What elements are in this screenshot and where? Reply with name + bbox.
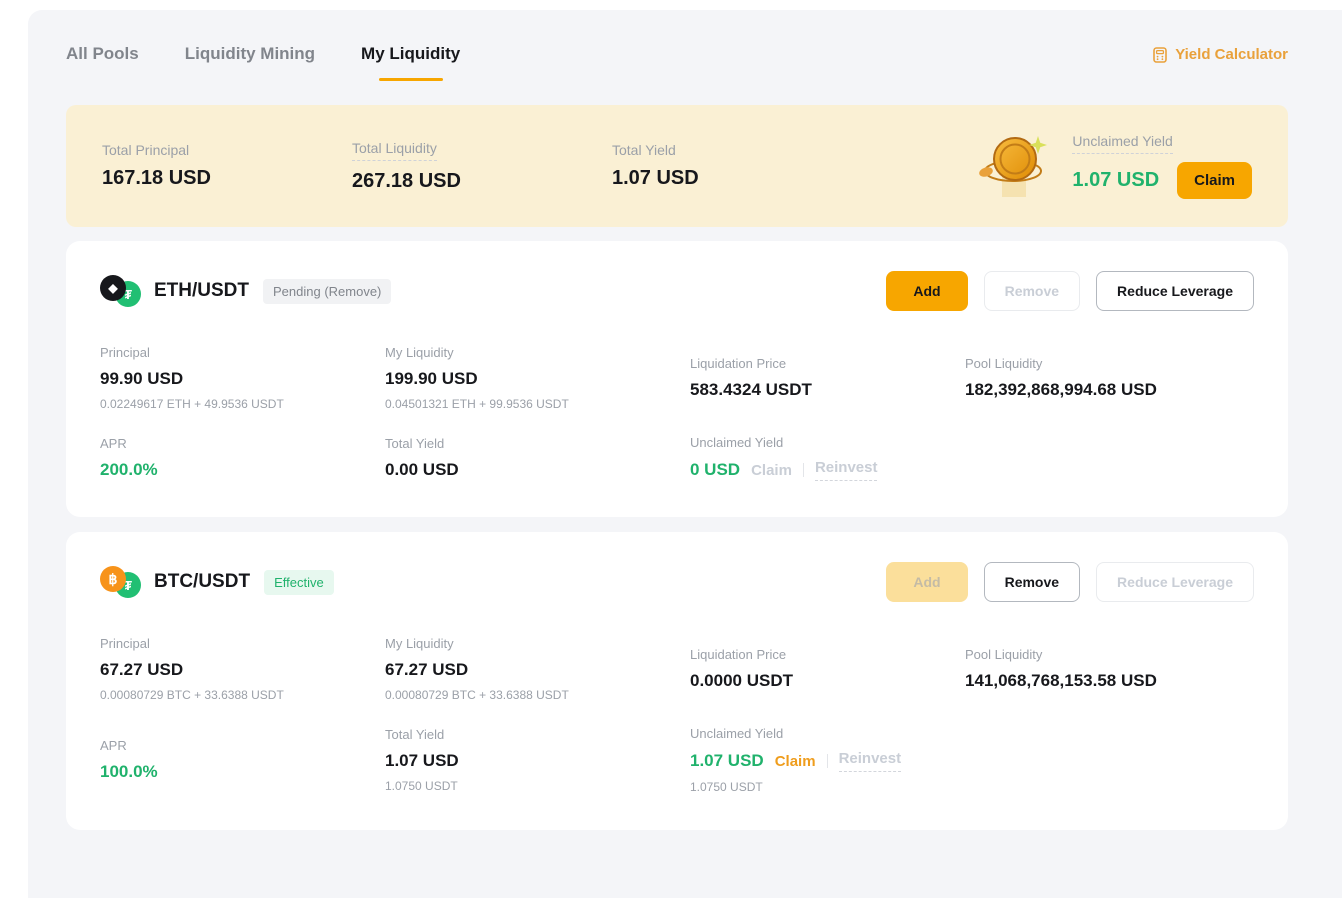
total-principal-label: Total Principal [102, 142, 352, 158]
principal-label: Principal [100, 345, 385, 360]
principal-stat: Principal 99.90 USD 0.02249617 ETH + 49.… [100, 345, 385, 411]
pool-liquidity-label: Pool Liquidity [965, 647, 1254, 662]
eth-icon: ◆ [100, 275, 126, 301]
pool-liquidity-stat: Pool Liquidity 182,392,868,994.68 USD [965, 356, 1254, 400]
unclaimed-yield-stat: Unclaimed Yield 0 USD Claim Reinvest [690, 435, 1254, 481]
my-liquidity-value: 199.90 USD [385, 369, 690, 389]
principal-sub: 0.00080729 BTC + 33.6388 USDT [100, 688, 385, 702]
unclaimed-yield-group: Unclaimed Yield 1.07 USD Claim [974, 131, 1252, 201]
total-yield-value: 1.07 USD [612, 167, 862, 190]
total-principal: Total Principal 167.18 USD [102, 142, 352, 190]
divider [827, 754, 828, 768]
liquidation-price-value: 0.0000 USDT [690, 671, 965, 691]
pool-card-btc-usdt: ฿ ₮ BTC/USDT Effective Add Remove Reduce… [66, 532, 1288, 830]
liquidation-price-stat: Liquidation Price 0.0000 USDT [690, 647, 965, 691]
btc-icon: ฿ [100, 566, 126, 592]
reinvest-link: Reinvest [815, 459, 878, 481]
my-liquidity-label: My Liquidity [385, 345, 690, 360]
apr-value: 200.0% [100, 460, 385, 480]
my-liquidity-stat: My Liquidity 67.27 USD 0.00080729 BTC + … [385, 636, 690, 702]
coin-icon [974, 131, 1052, 201]
summary-banner: Total Principal 167.18 USD Total Liquidi… [66, 105, 1288, 227]
pool-liquidity-label: Pool Liquidity [965, 356, 1254, 371]
my-liquidity-value: 67.27 USD [385, 660, 690, 680]
pair-name: BTC/USDT [154, 571, 250, 593]
principal-value: 67.27 USD [100, 660, 385, 680]
total-yield-sub: 1.0750 USDT [385, 779, 690, 793]
remove-button[interactable]: Remove [984, 562, 1080, 602]
my-liquidity-sub: 0.04501321 ETH + 99.9536 USDT [385, 397, 690, 411]
tab-liquidity-mining[interactable]: Liquidity Mining [185, 44, 315, 81]
apr-value: 100.0% [100, 762, 385, 782]
yield-calculator-label: Yield Calculator [1175, 46, 1288, 63]
my-liquidity-label: My Liquidity [385, 636, 690, 651]
liquidation-price-stat: Liquidation Price 583.4324 USDT [690, 356, 965, 400]
pool-liquidity-value: 182,392,868,994.68 USD [965, 380, 1254, 400]
apr-label: APR [100, 436, 385, 451]
yield-calculator-link[interactable]: Yield Calculator [1152, 46, 1288, 63]
pool-liquidity-stat: Pool Liquidity 141,068,768,153.58 USD [965, 647, 1254, 691]
pair-name: ETH/USDT [154, 280, 249, 302]
claim-link[interactable]: Claim [775, 753, 816, 770]
total-yield-label: Total Yield [612, 142, 862, 158]
unclaimed-yield-value: 0 USD [690, 460, 740, 480]
remove-button: Remove [984, 271, 1080, 311]
principal-value: 99.90 USD [100, 369, 385, 389]
liquidation-price-label: Liquidation Price [690, 356, 965, 371]
unclaimed-yield-label[interactable]: Unclaimed Yield [1072, 133, 1172, 154]
total-liquidity-label[interactable]: Total Liquidity [352, 140, 437, 161]
total-yield-label: Total Yield [385, 727, 690, 742]
reduce-leverage-button[interactable]: Reduce Leverage [1096, 271, 1254, 311]
total-yield-label: Total Yield [385, 436, 690, 451]
total-yield: Total Yield 1.07 USD [612, 142, 862, 190]
tab-my-liquidity-label: My Liquidity [361, 44, 460, 63]
apr-stat: APR 200.0% [100, 436, 385, 480]
total-principal-value: 167.18 USD [102, 167, 352, 190]
liquidation-price-label: Liquidation Price [690, 647, 965, 662]
total-liquidity: Total Liquidity 267.18 USD [352, 140, 612, 193]
status-badge: Effective [264, 570, 334, 595]
my-liquidity-stat: My Liquidity 199.90 USD 0.04501321 ETH +… [385, 345, 690, 411]
add-button[interactable]: Add [886, 271, 967, 311]
reduce-leverage-button: Reduce Leverage [1096, 562, 1254, 602]
tab-all-pools[interactable]: All Pools [66, 44, 139, 81]
unclaimed-yield-label: Unclaimed Yield [690, 435, 1254, 450]
pool-liquidity-value: 141,068,768,153.58 USD [965, 671, 1254, 691]
unclaimed-yield-stat: Unclaimed Yield 1.07 USD Claim Reinvest … [690, 726, 1254, 794]
principal-stat: Principal 67.27 USD 0.00080729 BTC + 33.… [100, 636, 385, 702]
liquidation-price-value: 583.4324 USDT [690, 380, 965, 400]
claim-link: Claim [751, 462, 792, 479]
divider [803, 463, 804, 477]
tab-my-liquidity[interactable]: My Liquidity [361, 44, 460, 81]
unclaimed-yield-value: 1.07 USD [1072, 169, 1159, 192]
pair-icons: ฿ ₮ [100, 566, 142, 598]
unclaimed-yield-label: Unclaimed Yield [690, 726, 1254, 741]
calculator-icon [1152, 47, 1168, 63]
unclaimed-yield-sub: 1.0750 USDT [690, 780, 1254, 794]
reinvest-link: Reinvest [839, 750, 902, 772]
total-yield-stat: Total Yield 0.00 USD [385, 436, 690, 480]
apr-stat: APR 100.0% [100, 738, 385, 782]
pair-icons: ◆ ₮ [100, 275, 142, 307]
my-liquidity-sub: 0.00080729 BTC + 33.6388 USDT [385, 688, 690, 702]
total-liquidity-value: 267.18 USD [352, 170, 612, 193]
principal-label: Principal [100, 636, 385, 651]
total-yield-value: 0.00 USD [385, 460, 690, 480]
principal-sub: 0.02249617 ETH + 49.9536 USDT [100, 397, 385, 411]
add-button: Add [886, 562, 967, 602]
claim-button[interactable]: Claim [1177, 162, 1252, 199]
liquidity-panel: All Pools Liquidity Mining My Liquidity … [28, 10, 1342, 898]
status-badge: Pending (Remove) [263, 279, 391, 304]
pool-card-eth-usdt: ◆ ₮ ETH/USDT Pending (Remove) Add Remove… [66, 241, 1288, 517]
tabs-row: All Pools Liquidity Mining My Liquidity … [66, 44, 1288, 81]
total-yield-value: 1.07 USD [385, 751, 690, 771]
apr-label: APR [100, 738, 385, 753]
total-yield-stat: Total Yield 1.07 USD 1.0750 USDT [385, 727, 690, 793]
unclaimed-yield-value: 1.07 USD [690, 751, 764, 771]
active-tab-underline [379, 78, 443, 81]
